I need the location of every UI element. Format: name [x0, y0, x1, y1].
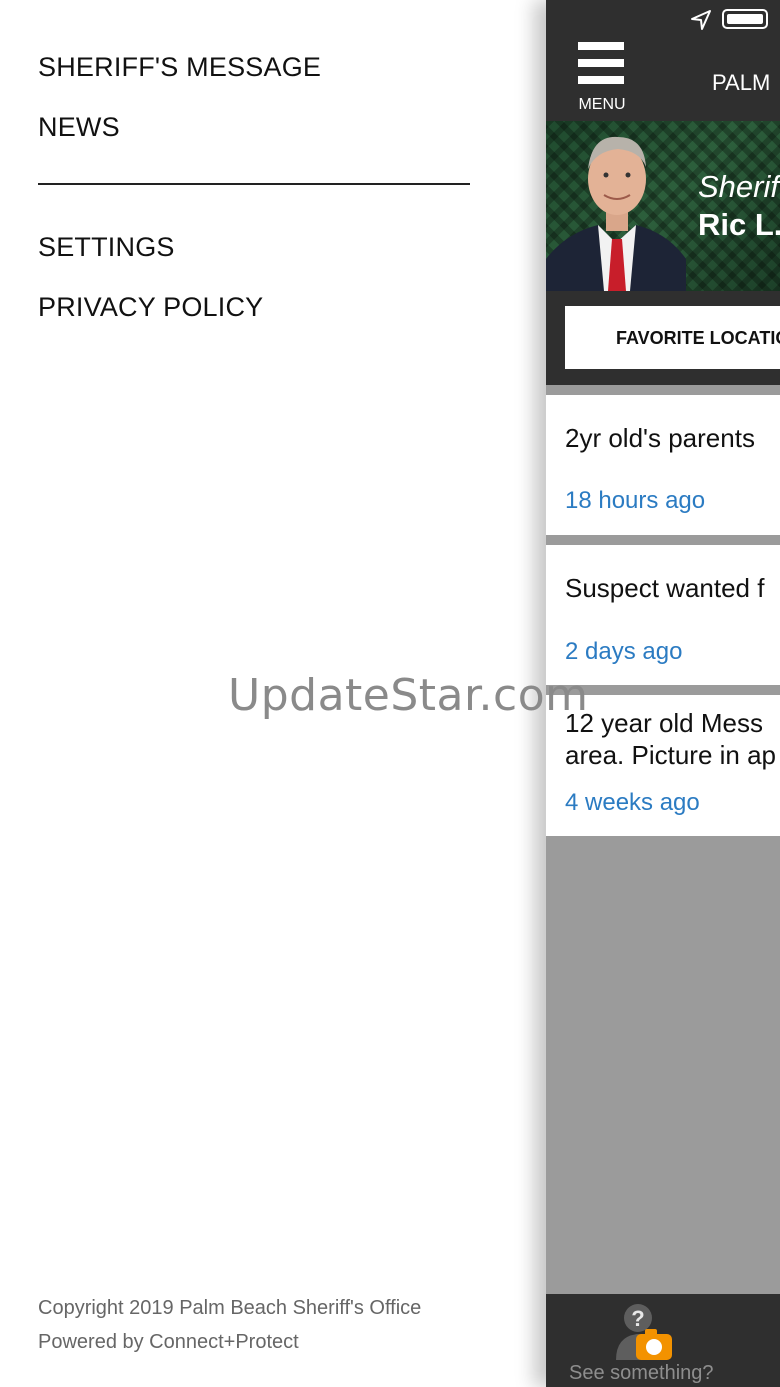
- svg-text:?: ?: [631, 1306, 644, 1331]
- anonymous-camera-icon: ?: [616, 1304, 672, 1360]
- favorite-locations-button[interactable]: FAVORITE LOCATIO: [565, 306, 780, 369]
- drawer-item-sheriffs-message[interactable]: SHERIFF'S MESSAGE: [38, 52, 321, 83]
- see-something-button[interactable]: ? See something?: [546, 1294, 780, 1387]
- drawer-divider: [38, 183, 470, 185]
- news-title: 12 year old Mess: [565, 708, 763, 738]
- sheriff-portrait: [546, 136, 686, 291]
- menu-label: MENU: [578, 96, 626, 113]
- favorite-locations-bar: FAVORITE LOCATIO: [546, 291, 780, 385]
- watermark-text: UpdateStar.com: [228, 670, 589, 721]
- news-time: 2 days ago: [565, 638, 683, 665]
- news-title-line-2: area. Picture in ap: [565, 740, 777, 770]
- see-something-label: See something?: [569, 1362, 714, 1384]
- drawer-item-settings[interactable]: SETTINGS: [38, 232, 175, 263]
- news-card[interactable]: 2yr old's parents 18 hours ago: [546, 395, 780, 535]
- banner-name: Ric L.: [698, 207, 780, 242]
- menu-icon: [578, 42, 624, 50]
- news-card[interactable]: Suspect wanted f 2 days ago: [546, 545, 780, 685]
- news-time: 4 weeks ago: [565, 789, 700, 816]
- drawer-item-privacy-policy[interactable]: PRIVACY POLICY: [38, 292, 263, 323]
- news-title: 2yr old's parents: [565, 423, 755, 453]
- news-time: 18 hours ago: [565, 487, 706, 514]
- battery-icon: [722, 9, 768, 29]
- copyright-text: Copyright 2019 Palm Beach Sheriff's Offi…: [38, 1297, 422, 1319]
- app-title: PALM: [712, 70, 771, 95]
- banner-subtitle: Sherif: [698, 169, 779, 204]
- drawer-item-news[interactable]: NEWS: [38, 112, 120, 143]
- news-title: Suspect wanted f: [565, 573, 765, 603]
- menu-button[interactable]: MENU: [574, 42, 630, 116]
- top-bar: MENU PALM: [546, 0, 780, 121]
- powered-by-text: Powered by Connect+Protect: [38, 1331, 299, 1353]
- favorite-locations-label: FAVORITE LOCATIO: [616, 328, 780, 348]
- location-arrow-icon: [691, 10, 711, 30]
- sheriff-banner[interactable]: Sherif Ric L.: [546, 121, 780, 291]
